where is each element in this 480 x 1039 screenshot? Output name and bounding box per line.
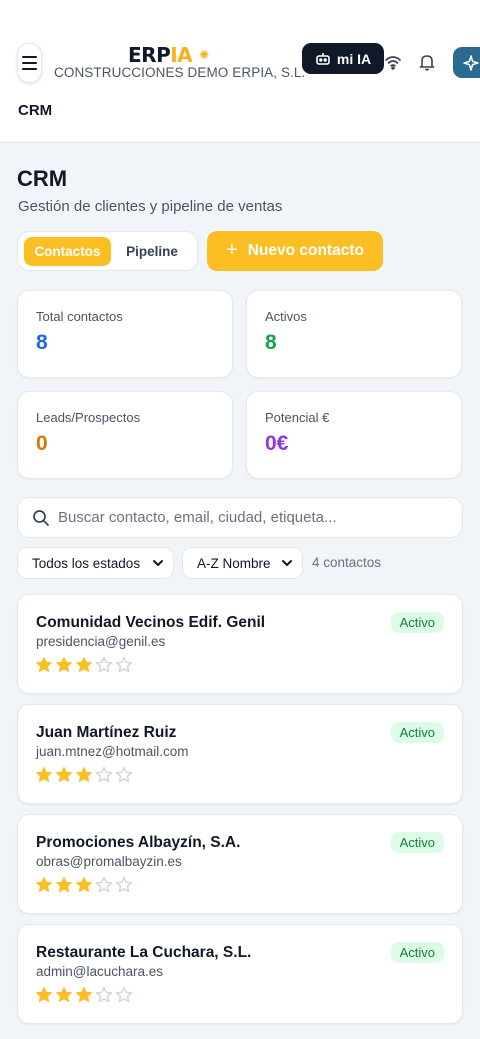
status-filter-value: Todos los estados: [32, 555, 141, 571]
contact-name: Promociones Albayzín, S.A.: [36, 834, 241, 851]
stat-label: Potencial €: [265, 410, 330, 425]
contact-name: Juan Martínez Ruiz: [36, 724, 177, 741]
status-badge: Activo: [390, 832, 444, 853]
star-filled-icon: [76, 877, 92, 892]
view-tabs: Contactos Pipeline: [17, 231, 198, 271]
star-empty-icon: [95, 766, 113, 783]
chevron-down-icon: [282, 560, 292, 566]
menu-icon-line: [22, 68, 37, 70]
star-empty-icon: [95, 876, 113, 893]
search-icon: [33, 509, 49, 526]
stat-label: Total contactos: [36, 309, 123, 324]
menu-button[interactable]: [17, 43, 42, 83]
bell-icon[interactable]: [418, 53, 436, 71]
stat-leads: Leads/Prospectos 0: [17, 391, 233, 479]
chevron-down-icon: [153, 560, 163, 566]
status-badge: Activo: [390, 612, 444, 633]
star-empty-icon: [115, 986, 133, 1003]
status-badge: Activo: [390, 942, 444, 963]
page-subtitle: Gestión de clientes y pipeline de ventas: [18, 198, 283, 215]
menu-icon-line: [22, 56, 37, 58]
contact-card[interactable]: Juan Martínez Ruiz juan.mtnez@hotmail.co…: [17, 704, 463, 804]
star-filled-icon: [56, 877, 72, 892]
star-filled-icon: [76, 987, 92, 1002]
logo-accent: IA: [170, 43, 193, 67]
rating-stars: [35, 766, 133, 784]
star-empty-icon: [115, 876, 133, 893]
star-filled-icon: [36, 987, 52, 1002]
star-filled-icon: [76, 657, 92, 672]
star-empty-icon: [115, 766, 133, 783]
wifi-icon[interactable]: [384, 53, 402, 71]
star-empty-icon: [95, 656, 113, 673]
contact-card[interactable]: Restaurante La Cuchara, S.L. admin@lacuc…: [17, 924, 463, 1024]
contact-email: admin@lacuchara.es: [36, 964, 164, 979]
page-title: CRM: [17, 166, 68, 191]
stat-value: 0: [36, 432, 48, 455]
search-input[interactable]: [58, 509, 438, 526]
contact-card[interactable]: Promociones Albayzín, S.A. obras@promalb…: [17, 814, 463, 914]
ai-assistant-button[interactable]: [453, 47, 480, 78]
stat-label: Activos: [265, 309, 307, 324]
star-filled-icon: [56, 767, 72, 782]
breadcrumb: CRM: [18, 102, 53, 119]
stat-value: 0€: [265, 432, 289, 455]
contact-name: Restaurante La Cuchara, S.L.: [36, 944, 252, 961]
contact-email: juan.mtnez@hotmail.com: [36, 744, 189, 759]
status-filter-select[interactable]: Todos los estados: [17, 547, 174, 579]
stat-active: Activos 8: [246, 290, 462, 378]
star-empty-icon: [95, 986, 113, 1003]
contact-email: obras@promalbayzin.es: [36, 854, 182, 869]
mi-ia-button[interactable]: mi IA: [302, 43, 384, 74]
app-logo: ERP IA ✺: [128, 43, 209, 67]
star-filled-icon: [56, 657, 72, 672]
company-name: CONSTRUCCIONES DEMO ERPIA, S.L.: [54, 65, 306, 80]
star-filled-icon: [56, 987, 72, 1002]
star-filled-icon: [36, 657, 52, 672]
top-bar: ERP IA ✺ CONSTRUCCIONES DEMO ERPIA, S.L. …: [0, 0, 480, 143]
contact-count: 4 contactos: [312, 555, 382, 570]
contact-email: presidencia@genil.es: [36, 634, 166, 649]
star-filled-icon: [36, 767, 52, 782]
stat-label: Leads/Prospectos: [36, 410, 141, 425]
rating-stars: [35, 656, 133, 674]
logo-main: ERP: [128, 43, 171, 67]
contact-card[interactable]: Comunidad Vecinos Edif. Genil presidenci…: [17, 594, 463, 694]
stat-value: 8: [265, 331, 277, 354]
star-empty-icon: [115, 656, 133, 673]
new-contact-label: Nuevo contacto: [247, 242, 364, 259]
sparkle-icon: [463, 54, 479, 71]
sun-icon: ✺: [199, 48, 209, 62]
contact-name: Comunidad Vecinos Edif. Genil: [36, 614, 266, 631]
mi-ia-label: mi IA: [336, 50, 372, 67]
rating-stars: [35, 876, 133, 894]
star-filled-icon: [36, 877, 52, 892]
stat-value: 8: [36, 331, 48, 354]
stat-potential: Potencial € 0€: [246, 391, 462, 479]
star-filled-icon: [76, 767, 92, 782]
new-contact-button[interactable]: + Nuevo contacto: [207, 231, 383, 271]
tab-pipeline[interactable]: Pipeline: [113, 237, 191, 266]
search-box: [17, 497, 463, 538]
status-badge: Activo: [390, 722, 444, 743]
rating-stars: [35, 986, 133, 1004]
tab-contactos[interactable]: Contactos: [24, 236, 111, 266]
plus-icon: +: [226, 238, 238, 261]
menu-icon-line: [22, 62, 37, 64]
sort-select[interactable]: A-Z Nombre: [182, 547, 303, 579]
stat-total-contacts: Total contactos 8: [17, 290, 233, 378]
sort-value: A-Z Nombre: [197, 555, 271, 571]
robot-icon: [316, 52, 330, 65]
